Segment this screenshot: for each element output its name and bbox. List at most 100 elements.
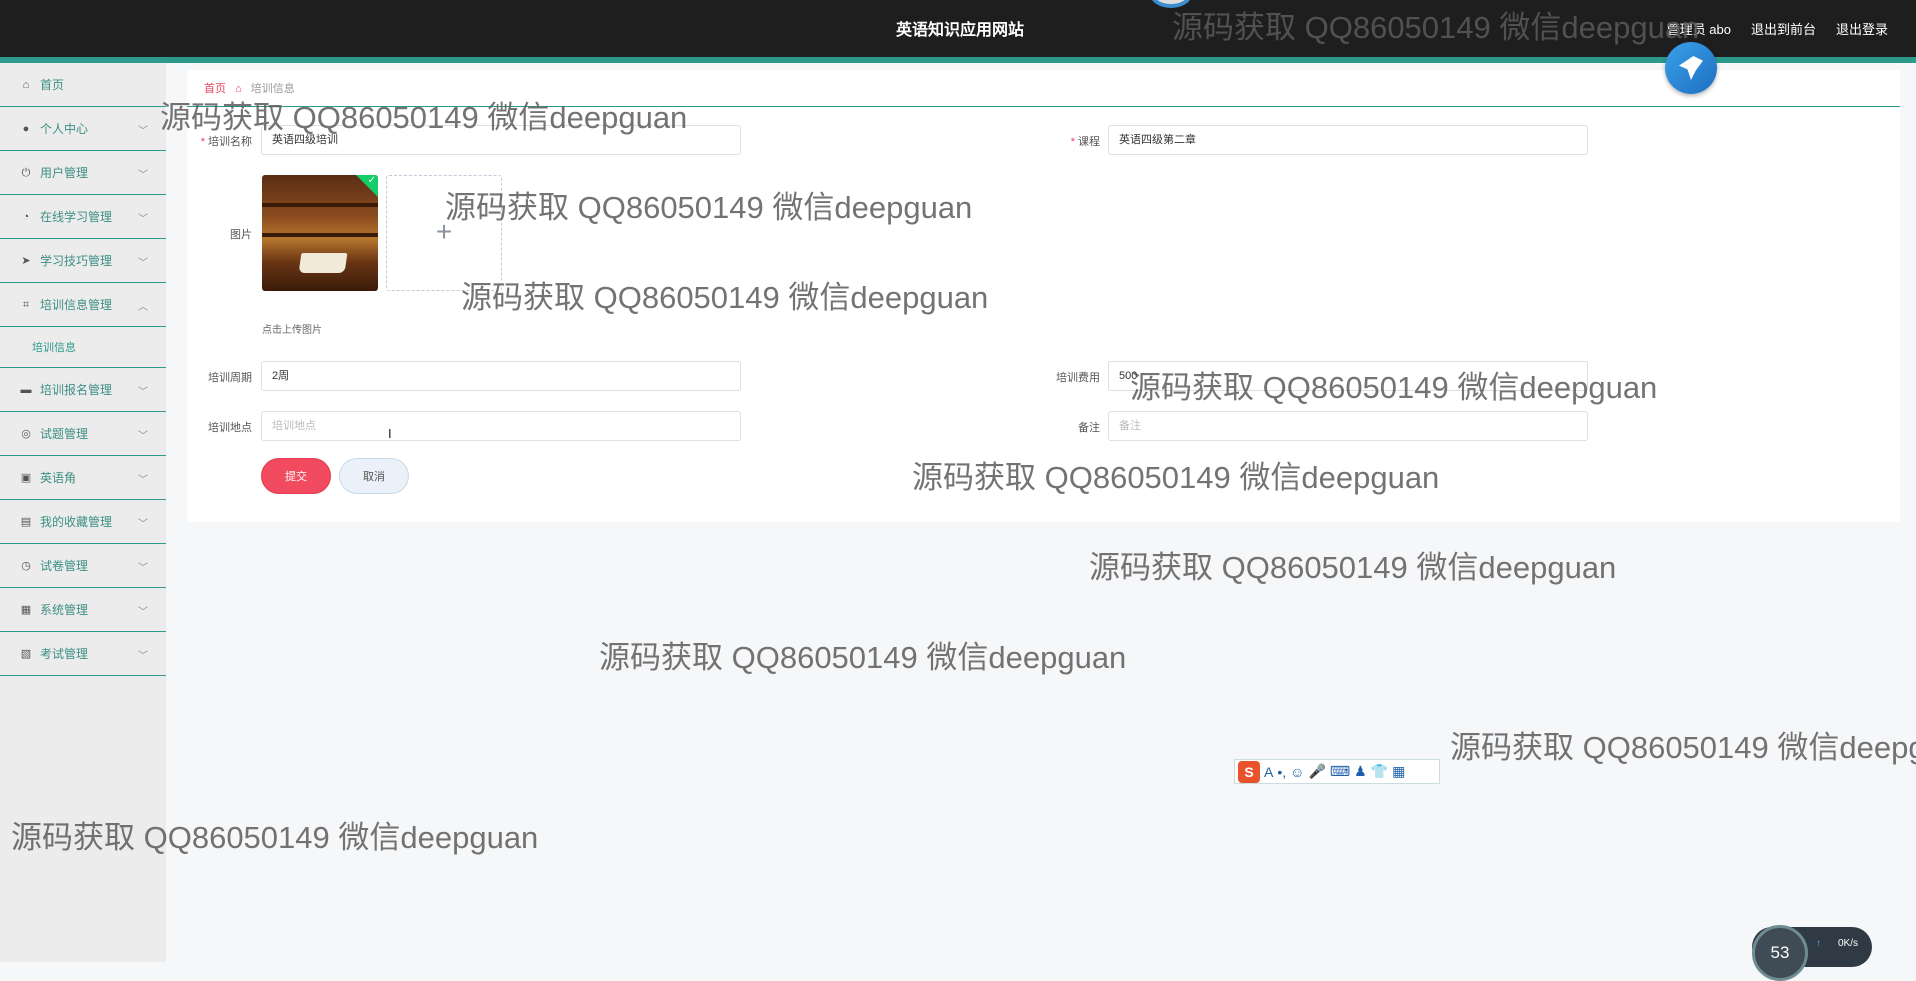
text-cursor-icon: I: [388, 426, 392, 441]
chevron-down-icon: ﹀: [138, 519, 148, 530]
sidebar-item-enrollment[interactable]: ▬ 培训报名管理 ﹀: [0, 368, 166, 412]
chevron-down-icon: ﹀: [138, 170, 148, 181]
chevron-down-icon: ﹀: [138, 126, 148, 137]
sidebar-item-questions[interactable]: ◎ 试题管理 ﹀: [0, 412, 166, 456]
punctuation-icon[interactable]: •,: [1277, 764, 1286, 780]
uploaded-image[interactable]: ✓: [262, 175, 378, 291]
watermark: 源码获取 QQ86050149 微信deepguan: [1450, 730, 1916, 765]
chevron-down-icon: ﹀: [138, 475, 148, 486]
breadcrumb-divider: [187, 106, 1900, 107]
keyboard-icon[interactable]: ⌨: [1330, 763, 1350, 780]
watermark: 源码获取 QQ86050149 微信deepguan: [599, 640, 1127, 675]
briefcase-icon: ▣: [20, 471, 32, 484]
place-field[interactable]: 培训地点: [261, 411, 741, 441]
skin-icon[interactable]: 👕: [1371, 763, 1388, 780]
submenu-training-info[interactable]: 培训信息: [0, 327, 166, 368]
sidebar-item-label: 首页: [40, 78, 65, 92]
sidebar-item-favorites[interactable]: ▤ 我的收藏管理 ﹀: [0, 500, 166, 544]
chevron-up-icon: ︿: [138, 302, 148, 313]
clipboard-check-icon: ▧: [20, 647, 32, 660]
sidebar-item-label: 试题管理: [40, 427, 89, 441]
sidebar-item-home[interactable]: ⌂ 首页: [0, 63, 166, 107]
plus-icon: +: [435, 216, 453, 247]
sidebar-item-label: 考试管理: [40, 647, 89, 661]
sidebar-item-label: 培训信息管理: [40, 298, 113, 312]
sidebar-item-system[interactable]: ▦ 系统管理 ﹀: [0, 588, 166, 632]
sidebar-item-label: 英语角: [40, 471, 77, 485]
watermark: 源码获取 QQ86050149 微信deepguan: [1089, 550, 1617, 585]
cancel-button[interactable]: 取消: [339, 458, 409, 494]
place-label: 培训地点: [208, 422, 252, 434]
crop-icon: ⌗: [22, 298, 30, 311]
note-label: 备注: [1078, 422, 1100, 434]
fee-field[interactable]: 500: [1108, 361, 1588, 391]
sidebar-item-label: 我的收藏管理: [40, 515, 113, 529]
course-field[interactable]: 英语四级第二章: [1108, 125, 1588, 155]
user-icon[interactable]: ♟: [1354, 763, 1367, 780]
upload-button[interactable]: +: [386, 175, 502, 291]
grid-icon[interactable]: ▦: [1392, 763, 1405, 780]
sidebar-item-users[interactable]: ⏻ 用户管理 ﹀: [0, 151, 166, 195]
clipboard-icon: ▦: [20, 603, 32, 616]
chevron-down-icon: ﹀: [138, 607, 148, 618]
sidebar-item-study-tips[interactable]: ➤ 学习技巧管理 ﹀: [0, 239, 166, 283]
power-icon: ⏻: [21, 166, 31, 179]
sidebar-item-label: 培训报名管理: [40, 383, 113, 397]
note-field[interactable]: 备注: [1108, 411, 1588, 441]
sidebar-item-exams[interactable]: ▧ 考试管理 ﹀: [0, 632, 166, 676]
exit-to-front-link[interactable]: 退出到前台: [1751, 19, 1816, 38]
sogou-logo-icon: S: [1238, 760, 1260, 783]
period-label: 培训周期: [208, 372, 252, 384]
home-icon: ⌂: [22, 78, 30, 91]
sidebar-item-training-info[interactable]: ⌗ 培训信息管理 ︿: [0, 283, 166, 327]
sidebar: ⌂ 首页 ● 个人中心 ﹀ ⏻ 用户管理 ﹀ ◔ 在线学习管理 ﹀ ➤ 学习技巧…: [0, 63, 166, 962]
breadcrumb-current: 培训信息: [250, 83, 295, 95]
image-label: 图片: [230, 229, 252, 241]
period-field[interactable]: 2周: [261, 361, 741, 391]
emoji-icon[interactable]: ☺: [1290, 764, 1304, 780]
site-title: 英语知识应用网站: [896, 22, 1025, 39]
upload-tip: 点击上传图片: [262, 325, 322, 336]
course-label: * 课程: [1070, 136, 1100, 148]
chevron-down-icon: ﹀: [138, 258, 148, 269]
chevron-down-icon: ﹀: [138, 214, 148, 225]
sidebar-item-online-learning[interactable]: ◔ 在线学习管理 ﹀: [0, 195, 166, 239]
chevron-down-icon: ﹀: [138, 387, 148, 398]
sidebar-item-english-corner[interactable]: ▣ 英语角 ﹀: [0, 456, 166, 500]
name-field[interactable]: 英语四级培训: [261, 125, 741, 155]
bird-logo-icon: [1665, 42, 1717, 94]
microphone-icon[interactable]: 🎤: [1308, 763, 1325, 780]
chat-icon: ▬: [20, 383, 32, 396]
admin-user: 管理员 abo: [1666, 22, 1731, 37]
send-icon: ➤: [21, 254, 31, 267]
sidebar-item-label: 用户管理: [40, 166, 89, 180]
ime-toolbar[interactable]: S A •, ☺ 🎤 ⌨ ♟ 👕 ▦: [1234, 759, 1440, 784]
user-icon: ●: [22, 122, 30, 135]
sidebar-item-label: 学习技巧管理: [40, 254, 113, 268]
breadcrumb: 首页 ⌂ 培训信息: [204, 80, 295, 96]
sidebar-item-label: 系统管理: [40, 603, 89, 617]
memory-percent: 53: [1752, 925, 1808, 981]
check-icon: ✓: [367, 175, 376, 186]
top-links: 管理员 abo 退出到前台 退出登录: [1667, 19, 1888, 38]
chevron-down-icon: ﹀: [138, 651, 148, 662]
clock-icon: ◷: [21, 559, 31, 572]
logout-link[interactable]: 退出登录: [1836, 19, 1888, 38]
home-icon: ⌂: [235, 83, 242, 95]
gauge-icon: ◔: [22, 210, 30, 223]
sidebar-item-label: 在线学习管理: [40, 210, 113, 224]
breadcrumb-home[interactable]: 首页: [204, 83, 226, 95]
chevron-down-icon: ﹀: [138, 431, 148, 442]
sidebar-item-label: 试卷管理: [40, 559, 89, 573]
chevron-down-icon: ﹀: [138, 563, 148, 574]
target-icon: ◎: [21, 427, 31, 440]
sidebar-item-papers[interactable]: ◷ 试卷管理 ﹀: [0, 544, 166, 588]
top-bar-accent: [0, 57, 1916, 63]
book-icon: ▤: [20, 515, 32, 528]
submit-button[interactable]: 提交: [261, 458, 331, 494]
upload-arrow-icon: ↑: [1816, 938, 1821, 949]
sidebar-item-profile[interactable]: ● 个人中心 ﹀: [0, 107, 166, 151]
name-label: * 培训名称: [200, 136, 252, 148]
font-icon[interactable]: A: [1264, 764, 1273, 780]
network-rate: 0K/s: [1838, 938, 1859, 949]
